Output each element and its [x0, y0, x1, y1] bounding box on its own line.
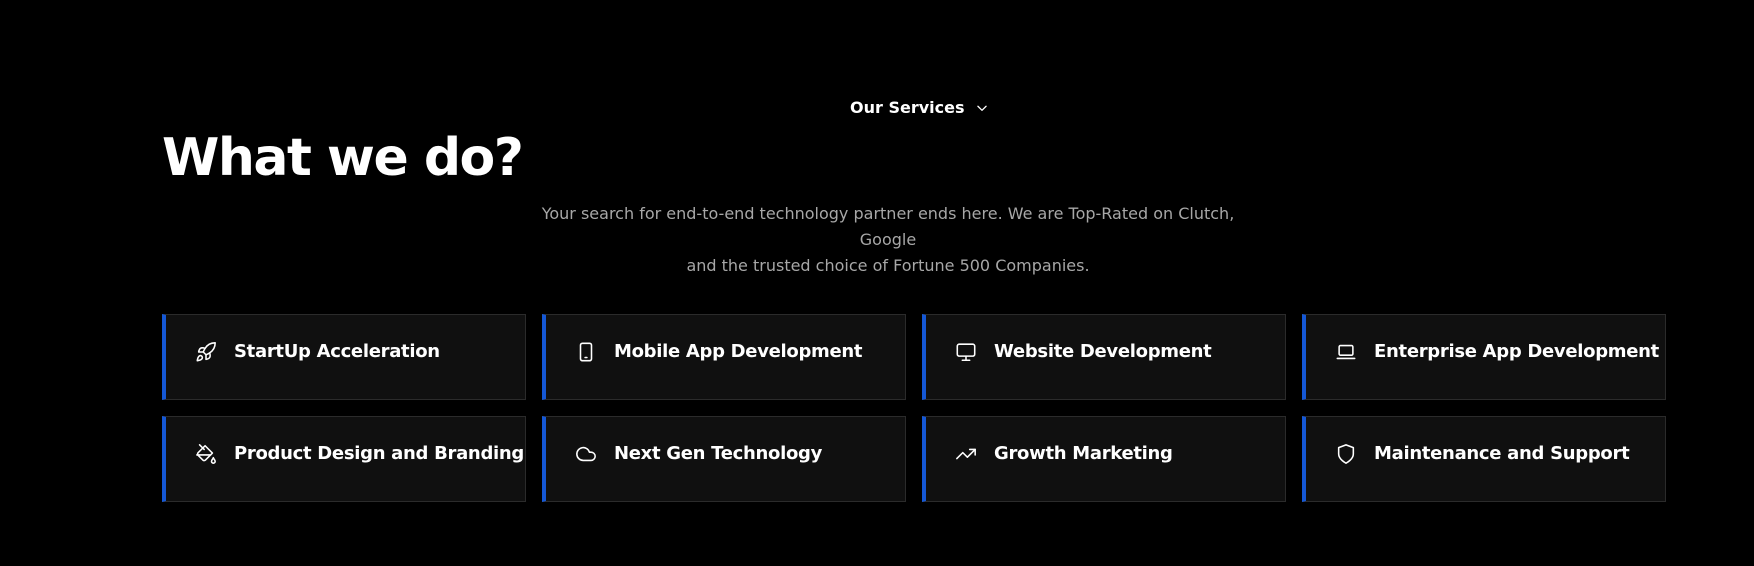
service-card-next-gen-technology[interactable]: Next Gen Technology — [542, 416, 906, 502]
service-card-maintenance-and-support[interactable]: Maintenance and Support — [1302, 416, 1666, 502]
service-label: Growth Marketing — [994, 443, 1173, 464]
service-label: Website Development — [994, 341, 1212, 362]
services-grid: StartUp Acceleration Mobile App Developm… — [162, 314, 1666, 502]
trending-up-icon — [954, 442, 978, 466]
page-title: What we do? — [162, 128, 524, 188]
service-label: Enterprise App Development — [1374, 341, 1659, 362]
service-card-mobile-app-development[interactable]: Mobile App Development — [542, 314, 906, 400]
service-label: StartUp Acceleration — [234, 341, 440, 362]
service-card-product-design-and-branding[interactable]: Product Design and Branding — [162, 416, 526, 502]
service-card-enterprise-app-development[interactable]: Enterprise App Development — [1302, 314, 1666, 400]
service-card-startup-acceleration[interactable]: StartUp Acceleration — [162, 314, 526, 400]
service-label: Maintenance and Support — [1374, 443, 1630, 464]
section-subtitle: Your search for end-to-end technology pa… — [520, 201, 1256, 279]
subtitle-line-2: and the trusted choice of Fortune 500 Co… — [686, 256, 1090, 275]
cloud-icon — [574, 442, 598, 466]
laptop-icon — [1334, 340, 1358, 364]
rocket-icon — [194, 340, 218, 364]
monitor-icon — [954, 340, 978, 364]
service-label: Mobile App Development — [614, 341, 863, 362]
service-label: Next Gen Technology — [614, 443, 823, 464]
subtitle-line-1: Your search for end-to-end technology pa… — [541, 204, 1235, 249]
service-card-website-development[interactable]: Website Development — [922, 314, 1286, 400]
chevron-down-icon — [976, 105, 987, 111]
paint-bucket-icon — [194, 442, 218, 466]
our-services-label: Our Services — [850, 98, 965, 117]
service-card-growth-marketing[interactable]: Growth Marketing — [922, 416, 1286, 502]
shield-icon — [1334, 442, 1358, 466]
smartphone-icon — [574, 340, 598, 364]
our-services-dropdown[interactable]: Our Services — [850, 98, 989, 117]
service-label: Product Design and Branding — [234, 443, 524, 464]
